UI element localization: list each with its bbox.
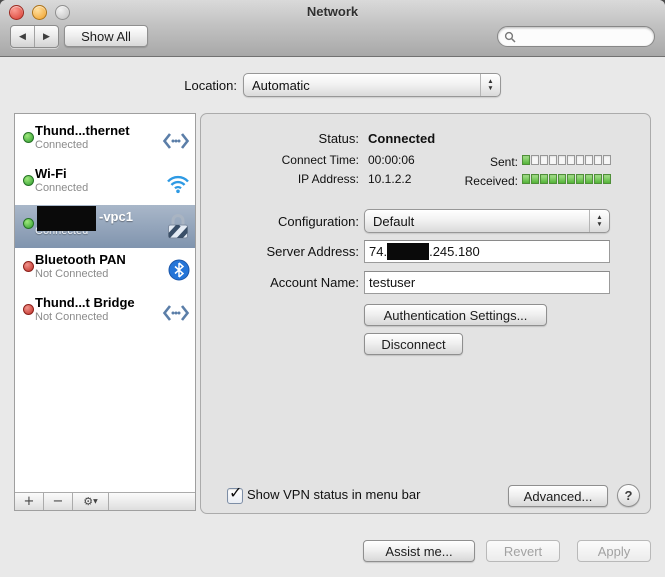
status-dot-green-icon	[23, 218, 34, 229]
wifi-icon	[166, 174, 190, 193]
status-dot-green-icon	[23, 175, 34, 186]
window-title: Network	[0, 4, 665, 19]
sent-meter	[522, 155, 612, 165]
interface-name: Wi-Fi	[35, 166, 163, 181]
ethernet-icon	[162, 132, 190, 149]
server-address-label: Server Address:	[201, 244, 359, 259]
account-name-label: Account Name:	[201, 275, 359, 290]
vpn-status-checkbox[interactable]	[227, 488, 243, 504]
configuration-value: Default	[365, 214, 589, 229]
ip-address-label: IP Address:	[201, 172, 359, 186]
disconnect-button[interactable]: Disconnect	[364, 333, 463, 355]
configuration-label: Configuration:	[201, 214, 359, 229]
redaction-box	[37, 206, 96, 231]
vpn-status-checkbox-label: Show VPN status in menu bar	[247, 487, 420, 502]
server-address-field[interactable]: 74. .245.180	[364, 240, 610, 263]
add-interface-button[interactable]: +	[15, 493, 44, 510]
location-popup[interactable]: Automatic	[243, 73, 501, 97]
apply-button[interactable]: Apply	[577, 540, 651, 562]
advanced-button[interactable]: Advanced...	[508, 485, 608, 507]
show-all-button[interactable]: Show All	[64, 25, 148, 47]
interface-row-thunderbolt-bridge[interactable]: Thund...t Bridge Not Connected	[15, 291, 195, 334]
server-address-after: .245.180	[429, 244, 480, 259]
search-icon	[504, 31, 516, 43]
vpn-lock-icon	[166, 212, 190, 242]
interface-name: Thund...thernet	[35, 123, 163, 138]
status-value: Connected	[368, 131, 435, 146]
ethernet-icon	[162, 304, 190, 321]
interface-name: Bluetooth PAN	[35, 252, 163, 267]
chevron-down-icon: ▼	[93, 498, 98, 505]
interface-name: -vpc1	[35, 209, 163, 224]
interface-row-thunderbolt-ethernet[interactable]: Thund...thernet Connected	[15, 119, 195, 162]
interface-name: Thund...t Bridge	[35, 295, 163, 310]
nav-buttons: ◀ ▶	[10, 25, 59, 48]
status-dot-green-icon	[23, 132, 34, 143]
authentication-settings-button[interactable]: Authentication Settings...	[364, 304, 547, 326]
search-field[interactable]	[497, 26, 655, 47]
help-button[interactable]: ?	[617, 484, 640, 507]
connect-time-value: 00:00:06	[368, 153, 415, 167]
search-input[interactable]	[516, 29, 648, 45]
received-label: Received:	[431, 174, 518, 188]
location-label: Location:	[120, 78, 237, 93]
gear-icon: ⚙	[83, 495, 93, 508]
bluetooth-icon	[168, 259, 190, 281]
back-button[interactable]: ◀	[11, 26, 35, 47]
server-address-before: 74.	[369, 244, 387, 259]
interface-status: Connected	[35, 182, 163, 194]
connect-time-label: Connect Time:	[201, 153, 359, 167]
interface-list-footer: + − ⚙▼	[15, 492, 195, 510]
assist-me-button[interactable]: Assist me...	[363, 540, 475, 562]
title-bar: Network ◀ ▶ Show All	[0, 0, 665, 57]
configuration-popup[interactable]: Default	[364, 209, 610, 233]
account-name-field[interactable]: testuser	[364, 271, 610, 294]
interface-status: Connected	[35, 139, 163, 151]
interface-status: Not Connected	[35, 311, 163, 323]
network-preferences-window: Network ◀ ▶ Show All Location: Automatic…	[0, 0, 665, 577]
interface-row-bluetooth-pan[interactable]: Bluetooth PAN Not Connected	[15, 248, 195, 291]
revert-button[interactable]: Revert	[486, 540, 560, 562]
interface-row-vpn[interactable]: -vpc1 Connected	[15, 205, 195, 248]
popup-arrows-icon	[589, 210, 609, 232]
remove-interface-button[interactable]: −	[44, 493, 73, 510]
interface-list: Thund...thernet Connected Wi-Fi Connecte…	[14, 113, 196, 511]
status-label: Status:	[201, 131, 359, 146]
interface-row-wifi[interactable]: Wi-Fi Connected	[15, 162, 195, 205]
location-value: Automatic	[244, 78, 480, 93]
interface-actions-button[interactable]: ⚙▼	[73, 493, 109, 510]
forward-button[interactable]: ▶	[35, 26, 58, 47]
ip-address-value: 10.1.2.2	[368, 172, 411, 186]
popup-arrows-icon	[480, 74, 500, 96]
received-meter	[522, 174, 612, 184]
interface-status: Not Connected	[35, 268, 163, 280]
sent-label: Sent:	[431, 155, 518, 169]
redaction-box	[387, 243, 429, 260]
detail-panel: Status: Connected Connect Time: 00:00:06…	[200, 113, 651, 514]
status-dot-red-icon	[23, 304, 34, 315]
account-name-value: testuser	[369, 275, 415, 290]
status-dot-red-icon	[23, 261, 34, 272]
